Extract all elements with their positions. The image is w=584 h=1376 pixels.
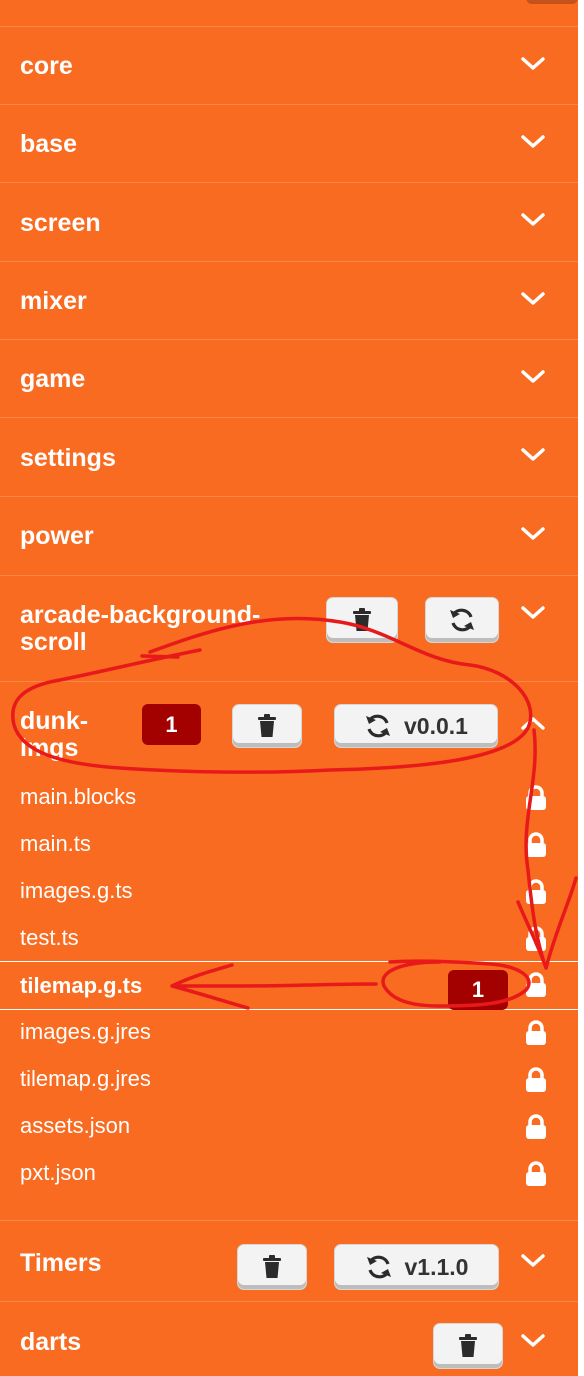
trash-icon	[457, 1334, 479, 1358]
package-core[interactable]: core	[0, 26, 578, 104]
package-name: screen	[20, 209, 101, 237]
chevron-down-icon[interactable]	[520, 286, 546, 312]
lock-icon	[524, 926, 548, 952]
package-name: dunk-imgs	[20, 707, 89, 762]
lock-icon	[524, 1161, 548, 1187]
delete-button[interactable]	[326, 597, 398, 643]
delete-button[interactable]	[433, 1323, 503, 1369]
trash-icon	[261, 1255, 283, 1279]
chevron-down-icon[interactable]	[520, 364, 546, 390]
update-button[interactable]: v1.1.0	[334, 1244, 499, 1290]
package-name: power	[20, 522, 94, 550]
file-item-active[interactable]: tilemap.g.ts 1	[0, 961, 578, 1010]
refresh-icon	[364, 713, 392, 739]
package-name: core	[20, 52, 73, 80]
package-settings[interactable]: settings	[0, 417, 578, 496]
package-name: mixer	[20, 287, 87, 315]
delete-button[interactable]	[237, 1244, 307, 1290]
delete-button[interactable]	[232, 704, 302, 748]
package-timers[interactable]: Timers v1.1.0	[0, 1220, 578, 1301]
chevron-up-icon[interactable]	[520, 710, 546, 736]
update-button[interactable]: v0.0.1	[334, 704, 498, 748]
chevron-down-icon[interactable]	[520, 442, 546, 468]
chevron-down-icon[interactable]	[520, 207, 546, 233]
scroll-tab[interactable]	[526, 0, 578, 4]
lock-icon	[524, 1114, 548, 1140]
trash-icon	[351, 608, 373, 632]
file-item[interactable]: main.ts	[0, 822, 578, 868]
refresh-icon	[448, 607, 476, 633]
file-item[interactable]: assets.json	[0, 1104, 578, 1150]
file-name: assets.json	[20, 1113, 131, 1138]
file-name: images.g.ts	[20, 878, 133, 903]
package-name: base	[20, 130, 77, 158]
package-mixer[interactable]: mixer	[0, 261, 578, 339]
file-item[interactable]: tilemap.g.jres	[0, 1057, 578, 1103]
lock-icon	[524, 832, 548, 858]
package-screen[interactable]: screen	[0, 182, 578, 261]
package-power[interactable]: power	[0, 496, 578, 575]
lock-icon	[524, 1020, 548, 1046]
file-item[interactable]: main.blocks	[0, 775, 578, 821]
file-name: test.ts	[20, 925, 79, 950]
package-name: darts	[20, 1328, 82, 1356]
file-name: images.g.jres	[20, 1019, 151, 1044]
package-darts[interactable]: darts	[0, 1301, 578, 1376]
package-name: settings	[20, 444, 116, 472]
chevron-down-icon[interactable]	[520, 521, 546, 547]
update-button[interactable]	[425, 597, 499, 643]
chevron-down-icon[interactable]	[520, 600, 546, 626]
file-name: tilemap.g.ts	[20, 973, 143, 998]
error-count-badge: 1	[142, 704, 201, 745]
file-name: main.ts	[20, 831, 91, 856]
file-item[interactable]: images.g.ts	[0, 869, 578, 915]
trash-icon	[256, 714, 278, 738]
lock-icon	[524, 972, 548, 998]
package-explorer: core base screen mixer game settings pow…	[0, 0, 578, 1376]
chevron-down-icon[interactable]	[520, 1248, 546, 1274]
file-item[interactable]: test.ts	[0, 916, 578, 962]
lock-icon	[524, 785, 548, 811]
refresh-icon	[365, 1254, 393, 1280]
package-base[interactable]: base	[0, 104, 578, 182]
file-name: tilemap.g.jres	[20, 1066, 151, 1091]
package-name: arcade-background-scroll	[20, 601, 261, 656]
lock-icon	[524, 1067, 548, 1093]
file-item[interactable]: pxt.json	[0, 1151, 578, 1197]
file-item[interactable]: images.g.jres	[0, 1010, 578, 1056]
package-dunk-imgs[interactable]: dunk-imgs 1 v0.0.1	[0, 681, 578, 775]
package-name: game	[20, 365, 86, 393]
chevron-down-icon[interactable]	[520, 1328, 546, 1354]
lock-icon	[524, 879, 548, 905]
chevron-down-icon[interactable]	[520, 129, 546, 155]
chevron-down-icon[interactable]	[520, 51, 546, 77]
package-name: Timers	[20, 1249, 102, 1277]
file-name: pxt.json	[20, 1160, 96, 1185]
package-arcade-background-scroll[interactable]: arcade-background-scroll	[0, 575, 578, 681]
package-game[interactable]: game	[0, 339, 578, 417]
panel-edge	[578, 0, 584, 1376]
version-label: v1.1.0	[404, 1253, 469, 1280]
version-label: v0.0.1	[404, 712, 468, 739]
file-name: main.blocks	[20, 784, 137, 809]
error-count-badge: 1	[448, 970, 508, 1010]
